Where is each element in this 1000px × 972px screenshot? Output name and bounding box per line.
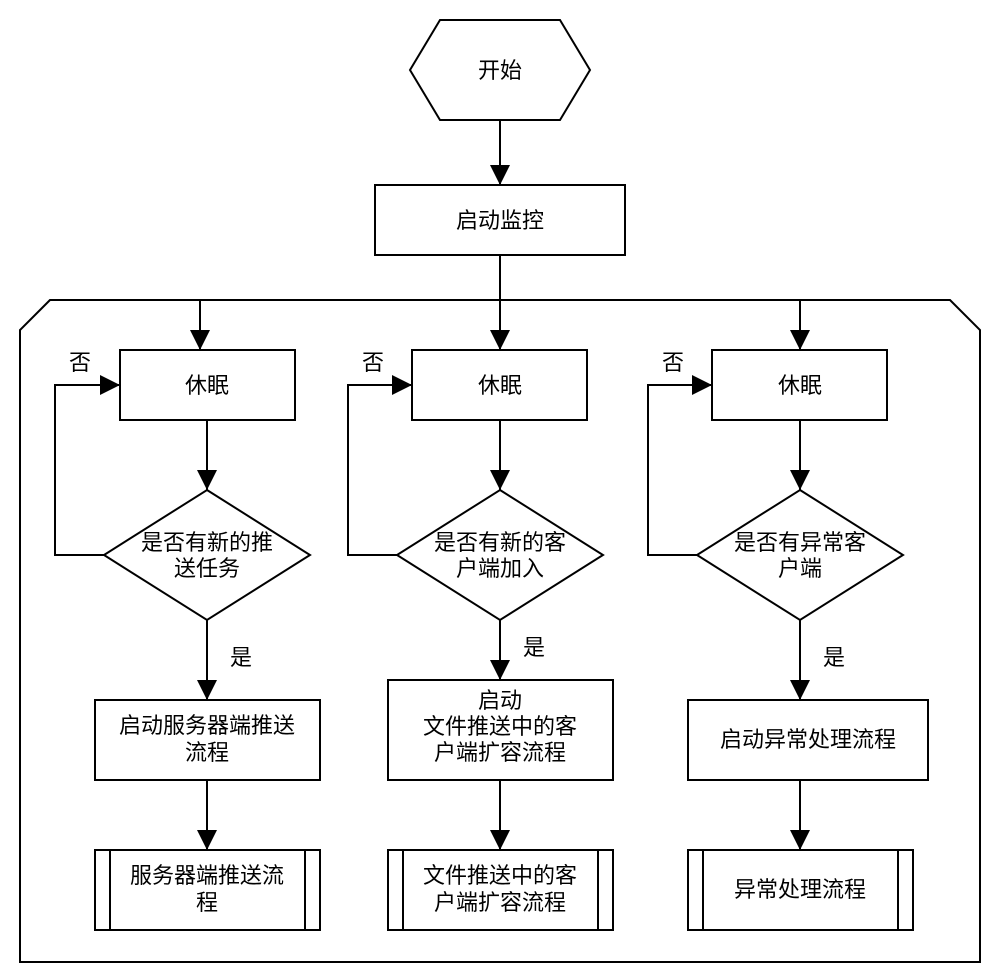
yes-label-3: 是 (823, 645, 845, 670)
decision-3-l1: 是否有异常客 (734, 530, 866, 555)
decision-1-l2: 送任务 (174, 556, 240, 581)
decision-2-l2: 户端加入 (456, 556, 544, 581)
action-2-l3: 户端扩容流程 (434, 740, 566, 765)
decision-2-l1: 是否有新的客 (434, 530, 566, 555)
action-2-l1: 启动 (478, 688, 522, 713)
decision-1-l1: 是否有新的推 (141, 530, 273, 555)
sub-1-l1: 服务器端推送流 (130, 863, 284, 888)
action-1-l2: 流程 (185, 740, 229, 765)
yes-label-1: 是 (230, 645, 252, 670)
sub-3-l1: 异常处理流程 (734, 877, 866, 902)
monitor-label: 启动监控 (456, 208, 544, 233)
sleep-label-1: 休眠 (185, 373, 229, 398)
sleep-label-3: 休眠 (778, 373, 822, 398)
no-label-2: 否 (362, 350, 384, 375)
no-label-3: 否 (662, 350, 684, 375)
sub-2-l1: 文件推送中的客 (423, 863, 577, 888)
decision-3-l2: 户端 (778, 556, 822, 581)
start-label: 开始 (478, 58, 522, 83)
sleep-label-2: 休眠 (478, 373, 522, 398)
action-2-l2: 文件推送中的客 (423, 714, 577, 739)
action-1-l1: 启动服务器端推送 (119, 713, 295, 738)
no-label-1: 否 (69, 350, 91, 375)
action-3-l1: 启动异常处理流程 (720, 727, 896, 752)
sub-2-l2: 户端扩容流程 (434, 890, 566, 915)
sub-1-l2: 程 (196, 890, 218, 915)
yes-label-2: 是 (523, 635, 545, 660)
